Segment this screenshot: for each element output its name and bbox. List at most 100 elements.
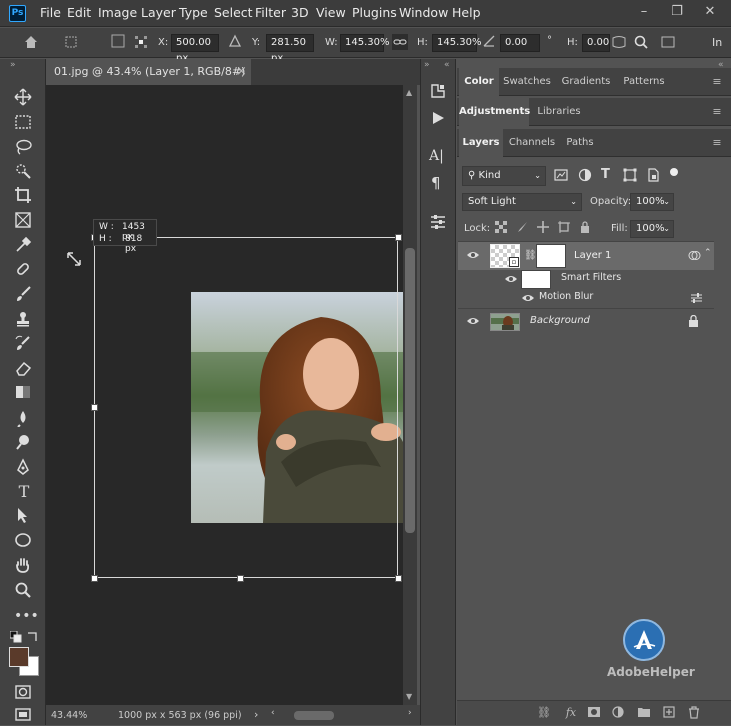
- filter-shape-icon[interactable]: [623, 168, 637, 182]
- tab-gradients[interactable]: Gradients: [557, 68, 615, 96]
- visibility-eye-icon[interactable]: [504, 274, 520, 286]
- layer-row-layer1[interactable]: ▫ ⛓ Layer 1 ⌃: [458, 242, 714, 270]
- foreground-color-swatch[interactable]: [9, 647, 29, 667]
- collapse-left-icon[interactable]: »: [424, 60, 430, 70]
- link-layers-icon[interactable]: ⛓: [536, 706, 552, 720]
- angle-field[interactable]: 0.00: [500, 34, 540, 52]
- tab-color[interactable]: Color: [459, 68, 499, 96]
- marquee-tool-icon[interactable]: [14, 113, 34, 133]
- menu-filter[interactable]: Filter: [255, 5, 286, 20]
- add-mask-icon[interactable]: [587, 706, 603, 720]
- vertical-scrollbar-thumb[interactable]: [405, 248, 415, 533]
- blend-mode-select[interactable]: Soft Light ⌄: [462, 193, 582, 211]
- transform-bounding-box[interactable]: [94, 237, 398, 578]
- menu-image[interactable]: Image: [98, 5, 137, 20]
- y-field[interactable]: 281.50 px: [266, 34, 314, 64]
- transform-handle-ml[interactable]: [91, 404, 98, 411]
- actions-panel-icon[interactable]: [430, 110, 446, 126]
- tab-channels[interactable]: Channels: [505, 129, 559, 157]
- filter-type-icon[interactable]: T: [601, 167, 610, 182]
- tab-paths[interactable]: Paths: [561, 129, 599, 157]
- quick-selection-tool-icon[interactable]: [14, 162, 34, 182]
- delta-icon[interactable]: [228, 34, 244, 50]
- menu-file[interactable]: File: [40, 5, 61, 20]
- checkbox-icon[interactable]: [111, 34, 127, 50]
- tab-layers[interactable]: Layers: [459, 129, 503, 157]
- filter-adjustment-icon[interactable]: [578, 168, 592, 182]
- lock-transparent-pixels-icon[interactable]: [495, 221, 507, 233]
- visibility-eye-icon[interactable]: [521, 293, 537, 305]
- healing-brush-tool-icon[interactable]: [14, 260, 34, 280]
- lock-image-pixels-icon[interactable]: [516, 221, 528, 233]
- filter-smart-object-icon[interactable]: [646, 168, 660, 182]
- more-tools-icon[interactable]: •••: [14, 606, 39, 626]
- home-icon[interactable]: [23, 34, 39, 50]
- fill-field[interactable]: 100% ⌄: [630, 220, 674, 238]
- zoom-tool-icon[interactable]: [14, 581, 34, 601]
- expand-chevron-icon[interactable]: ⌃: [704, 248, 712, 258]
- blur-tool-icon[interactable]: [14, 409, 34, 429]
- lock-position-icon[interactable]: [537, 221, 549, 233]
- menu-layer[interactable]: Layer: [141, 5, 176, 20]
- menu-type[interactable]: Type: [179, 5, 208, 20]
- transform-handle-bl[interactable]: [91, 575, 98, 582]
- properties-panel-icon[interactable]: [429, 213, 447, 231]
- reference-point-icon[interactable]: [133, 34, 149, 50]
- ellipse-tool-icon[interactable]: [14, 531, 34, 551]
- smart-filter-indicator-icon[interactable]: [688, 249, 701, 262]
- panel-menu-icon[interactable]: ≡: [711, 76, 723, 88]
- frame-icon[interactable]: [660, 34, 676, 50]
- history-brush-tool-icon[interactable]: [14, 335, 34, 355]
- add-layer-style-icon[interactable]: fx: [563, 706, 579, 720]
- transform-handle-br[interactable]: [395, 575, 402, 582]
- width-field[interactable]: 145.30%: [340, 34, 390, 52]
- pen-tool-icon[interactable]: [14, 458, 34, 478]
- panel-menu-icon[interactable]: ≡: [711, 106, 723, 118]
- new-group-icon[interactable]: [637, 706, 653, 720]
- document-tab[interactable]: 01.jpg @ 43.4% (Layer 1, RGB/8#) *: [46, 59, 251, 104]
- filter-pixel-icon[interactable]: [554, 168, 568, 182]
- warp-icon[interactable]: [611, 34, 627, 50]
- horizontal-scrollbar-thumb[interactable]: [294, 711, 334, 720]
- paragraph-panel-icon[interactable]: ¶: [431, 174, 441, 192]
- close-button[interactable]: ✕: [699, 4, 721, 22]
- gradient-tool-icon[interactable]: [14, 383, 34, 403]
- scroll-down-icon[interactable]: ▼: [406, 692, 412, 701]
- type-tool-icon[interactable]: T: [14, 482, 34, 502]
- transform-tool-icon[interactable]: [63, 34, 79, 50]
- layer-row-motion-blur[interactable]: Motion Blur: [458, 289, 714, 308]
- frame-tool-icon[interactable]: [14, 211, 34, 231]
- height-field[interactable]: 145.30%: [432, 34, 482, 52]
- hscroll-right-icon[interactable]: ›: [408, 708, 412, 718]
- x-field[interactable]: 500.00 px: [171, 34, 219, 64]
- menu-help[interactable]: Help: [452, 5, 481, 20]
- hskew-field[interactable]: 0.00: [582, 34, 610, 52]
- default-colors-icon[interactable]: [10, 631, 22, 643]
- transform-handle-bm[interactable]: [237, 575, 244, 582]
- swap-colors-icon[interactable]: [26, 631, 38, 643]
- layer-name[interactable]: Smart Filters: [561, 272, 621, 283]
- link-icon[interactable]: [392, 34, 408, 50]
- zoom-level[interactable]: 43.44%: [51, 710, 87, 721]
- document-tab-close-icon[interactable]: ×: [236, 64, 247, 79]
- filter-blending-options-icon[interactable]: [690, 292, 703, 304]
- layer-row-background[interactable]: Background: [458, 308, 714, 334]
- menu-view[interactable]: View: [316, 5, 346, 20]
- layer-row-smart-filters[interactable]: Smart Filters: [458, 270, 714, 289]
- menu-plugins[interactable]: Plugins: [352, 5, 397, 20]
- menu-window[interactable]: Window: [399, 5, 448, 20]
- menu-select[interactable]: Select: [214, 5, 253, 20]
- layer1-mask-thumbnail[interactable]: [536, 244, 566, 268]
- menu-3d[interactable]: 3D: [291, 5, 309, 20]
- panel-menu-icon[interactable]: ≡: [711, 137, 723, 149]
- status-chevron-icon[interactable]: ›: [254, 708, 258, 721]
- crop-tool-icon[interactable]: [14, 186, 34, 206]
- lock-artboard-icon[interactable]: [558, 221, 570, 233]
- tab-adjustments[interactable]: Adjustments: [459, 98, 530, 126]
- hand-tool-icon[interactable]: [14, 556, 34, 576]
- collapse-toolbar-icon[interactable]: »: [10, 60, 16, 70]
- history-panel-icon[interactable]: [429, 82, 447, 100]
- layer-name[interactable]: Background: [530, 315, 590, 326]
- layer-name[interactable]: Motion Blur: [539, 291, 593, 302]
- lock-all-icon[interactable]: [579, 221, 591, 233]
